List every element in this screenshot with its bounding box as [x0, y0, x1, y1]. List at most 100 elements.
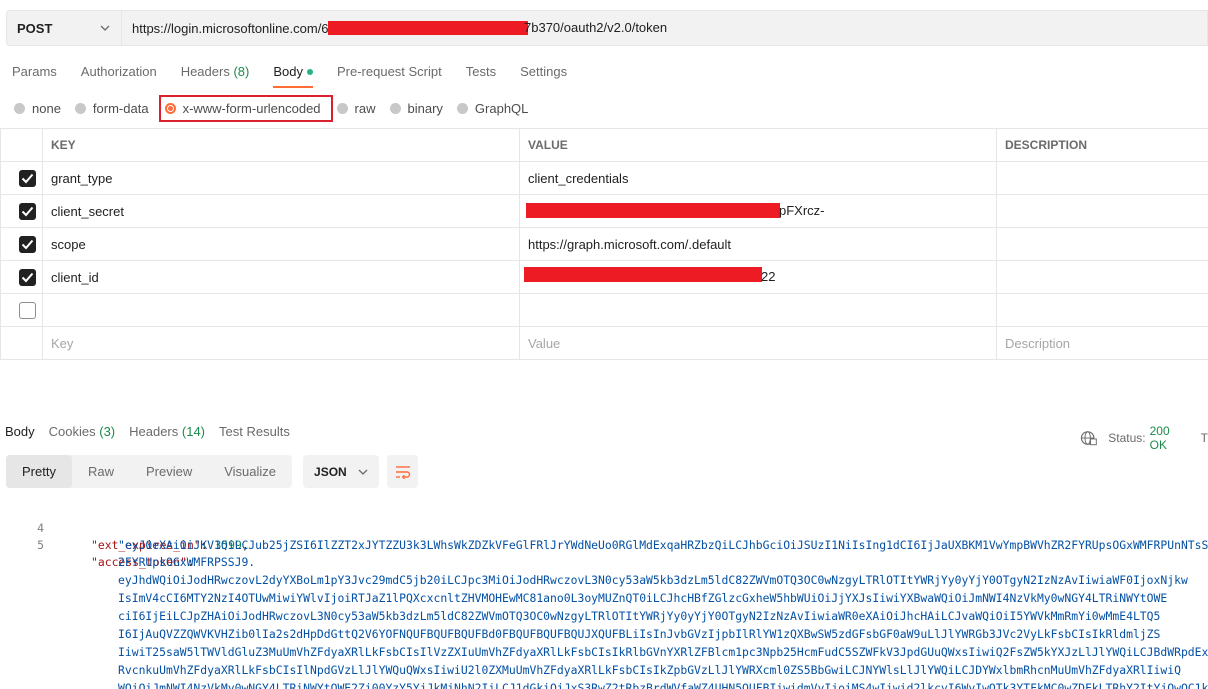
redaction-box	[524, 267, 762, 282]
tab-params[interactable]: Params	[0, 56, 69, 88]
check-icon	[21, 272, 34, 282]
code-line: 4 "ext_expires_in": 3599,	[0, 503, 249, 552]
description-input[interactable]: Description	[996, 326, 1208, 360]
token-line: 2FYRUpsOGxWMFRPSSJ9.	[118, 555, 256, 569]
description-cell[interactable]	[996, 194, 1208, 228]
tab-label: Headers	[129, 424, 179, 439]
body-type-label: form-data	[92, 100, 149, 116]
radio-icon	[336, 102, 348, 114]
wrap-lines-button[interactable]	[387, 455, 419, 488]
key-input[interactable]: Key	[42, 326, 520, 360]
header-key: KEY	[42, 128, 520, 162]
chevron-down-icon	[100, 25, 110, 31]
token-line: IiwiT25saW5lTWVldGluZ3MuUmVhZFdyaXRlLkFs…	[118, 645, 1208, 659]
body-type-none[interactable]: none	[14, 101, 61, 116]
table-row: grant_type client_credentials	[0, 161, 1208, 195]
row-checkbox[interactable]	[19, 301, 36, 319]
radio-icon	[389, 102, 401, 114]
checkbox-cell	[0, 326, 43, 360]
redaction-box	[328, 21, 528, 35]
token-line: IsImV4cCI6MTY2NzI4OTUwMiwiYWlvIjoiRTJaZ1…	[118, 591, 1168, 605]
table-row-placeholder: Key Value Description	[0, 326, 1208, 360]
view-visualize-button[interactable]: Visualize	[208, 455, 292, 488]
view-raw-button[interactable]: Raw	[72, 455, 130, 488]
token-line: eyJhdWQiOiJodHRwczovL2dyYXBoLm1pY3Jvc29m…	[118, 573, 1188, 587]
tab-settings[interactable]: Settings	[508, 56, 579, 88]
checkbox-cell	[0, 194, 43, 228]
response-tab-test-results[interactable]: Test Results	[212, 420, 297, 444]
header-checkbox-cell	[0, 128, 43, 162]
key-cell[interactable]	[42, 293, 520, 327]
tab-label: Params	[12, 64, 57, 79]
response-view-toolbar: Pretty Raw Preview Visualize JSON	[6, 455, 419, 488]
body-type-label: binary	[407, 100, 443, 116]
response-tab-body[interactable]: Body	[0, 420, 42, 444]
body-type-graphql[interactable]: GraphQL	[456, 101, 528, 116]
checkbox-cell	[0, 227, 43, 261]
modified-dot-icon	[306, 68, 313, 75]
value-suffix: 22	[761, 269, 776, 284]
request-tabs: Params Authorization Headers (8) Body Pr…	[0, 56, 579, 88]
row-checkbox[interactable]	[19, 268, 36, 286]
token-line: RvcnkuUmVhZFdyaXRlLkFsbCIsIlNpdGVzLlJlYW…	[118, 663, 1181, 677]
key-cell[interactable]: client_secret	[42, 194, 520, 228]
check-icon	[21, 206, 34, 216]
format-select[interactable]: JSON	[303, 455, 380, 488]
token-line: ciI6IjEiLCJpZHAiOiJodHRwczovL3N0cy53aW5k…	[118, 609, 1161, 623]
tab-label: Body	[5, 424, 35, 439]
tab-authorization[interactable]: Authorization	[69, 56, 169, 88]
key-cell[interactable]: grant_type	[42, 161, 520, 195]
row-checkbox[interactable]	[19, 202, 36, 220]
url-input[interactable]: https://login.microsoftonline.com/6 7b37…	[122, 10, 1208, 46]
key-cell[interactable]: scope	[42, 227, 520, 261]
description-cell[interactable]	[996, 293, 1208, 327]
value-cell[interactable]	[519, 293, 997, 327]
row-checkbox[interactable]	[19, 235, 36, 253]
params-table: KEY VALUE DESCRIPTION grant_type client_…	[0, 128, 1208, 360]
description-cell[interactable]	[996, 227, 1208, 261]
method-select[interactable]: POST	[6, 10, 122, 46]
response-tab-cookies[interactable]: Cookies (3)	[42, 420, 122, 444]
view-preview-button[interactable]: Preview	[130, 455, 208, 488]
status-more[interactable]: T	[1201, 431, 1208, 445]
globe-icon[interactable]	[1080, 430, 1097, 446]
view-pretty-button[interactable]: Pretty	[6, 455, 72, 488]
cookies-count: (3)	[99, 424, 116, 439]
description-cell[interactable]	[996, 260, 1208, 294]
body-type-raw[interactable]: raw	[336, 101, 376, 116]
body-type-label: x-www-form-urlencoded	[182, 100, 321, 116]
token-line: "eyJ0eXAiOiJKV1QiLCJub25jZSI6IlZZT2xJYTZ…	[118, 538, 1208, 552]
tab-tests[interactable]: Tests	[454, 56, 508, 88]
table-row-empty	[0, 293, 1208, 327]
wrap-lines-icon	[395, 465, 410, 479]
description-cell[interactable]	[996, 161, 1208, 195]
value-cell[interactable]: https://graph.microsoft.com/.default	[519, 227, 997, 261]
body-type-binary[interactable]: binary	[389, 100, 443, 116]
url-suffix: 7b370/oauth2/v2.0/token	[524, 20, 668, 35]
table-row: client_id 22	[0, 260, 1208, 294]
response-tab-headers[interactable]: Headers (14)	[122, 420, 212, 444]
headers-count: (14)	[181, 424, 206, 439]
key-cell[interactable]: client_id	[42, 260, 520, 294]
response-status: Status: 200 OK T	[1080, 424, 1208, 452]
response-body-code[interactable]: 4 "ext_expires_in": 3599, 5 "access_toke…	[0, 496, 1208, 689]
value-cell[interactable]: 22	[519, 260, 997, 294]
value-cell[interactable]: pFXrcz-	[519, 194, 997, 228]
tab-headers[interactable]: Headers (8)	[169, 56, 262, 88]
tab-label: Test Results	[219, 424, 290, 439]
tab-body[interactable]: Body	[261, 56, 325, 88]
tab-pre-request-script[interactable]: Pre-request Script	[325, 56, 454, 88]
request-url-bar: POST https://login.microsoftonline.com/6…	[6, 10, 1208, 46]
token-line: I6IjAuQVZZQWVKVHZib0lIa2s2dHpDdGttQ2V6YO…	[118, 627, 1161, 641]
value-input[interactable]: Value	[519, 326, 997, 360]
row-checkbox[interactable]	[19, 169, 36, 187]
value-cell[interactable]: client_credentials	[519, 161, 997, 195]
body-type-selector: none form-data x-www-form-urlencoded raw…	[0, 94, 528, 122]
format-label: JSON	[314, 464, 347, 479]
body-type-form-data[interactable]: form-data	[74, 100, 149, 116]
check-icon	[21, 239, 34, 249]
status-value[interactable]: 200 OK	[1150, 424, 1189, 452]
tab-label: Authorization	[80, 64, 157, 79]
radio-icon	[74, 102, 86, 114]
body-type-x-www-form-urlencoded[interactable]: x-www-form-urlencoded	[158, 94, 333, 122]
